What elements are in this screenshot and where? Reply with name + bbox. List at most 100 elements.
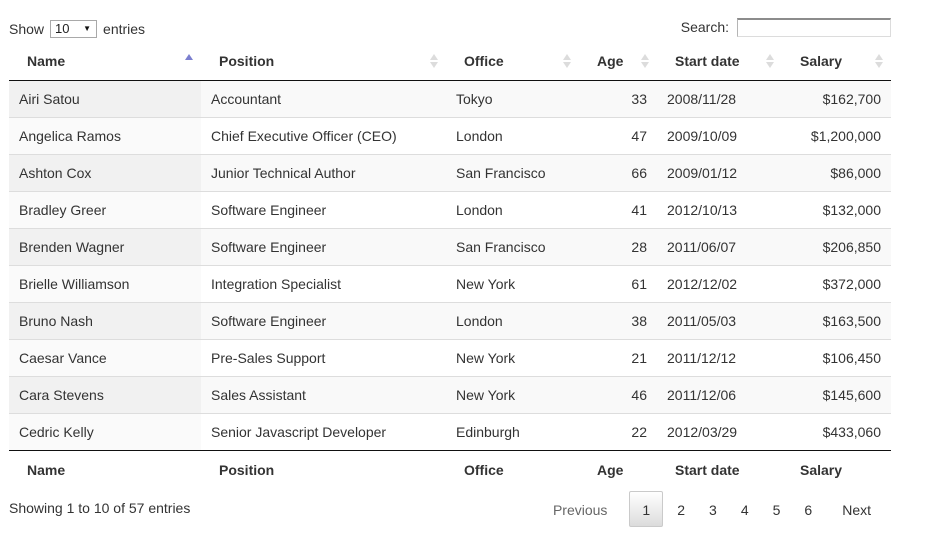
- cell-start-date: 2012/03/29: [657, 412, 782, 450]
- page-button-5[interactable]: 5: [761, 491, 793, 527]
- cell-position: Integration Specialist: [201, 264, 446, 302]
- cell-name: Airi Satou: [9, 80, 201, 117]
- table-row[interactable]: Airi Satou Accountant Tokyo 33 2008/11/28 $16…: [9, 80, 891, 117]
- cell-start-date: 2012/12/02: [657, 264, 782, 302]
- cell-name: Ashton Cox: [9, 153, 201, 191]
- column-label: Office: [464, 53, 504, 70]
- cell-position: Software Engineer: [201, 227, 446, 265]
- entries-label: entries: [103, 21, 146, 37]
- cell-salary: $162,700: [782, 80, 891, 117]
- footer-header-office: Office: [446, 449, 579, 490]
- sort-both-icon: [430, 54, 438, 68]
- column-label: Position: [219, 53, 275, 70]
- table-row[interactable]: Brenden Wagner Software Engineer San Franc…: [9, 227, 891, 265]
- cell-office: Tokyo: [446, 80, 579, 117]
- search-filter: Search:: [681, 17, 891, 37]
- cell-office: London: [446, 190, 579, 228]
- column-header-office[interactable]: Office: [446, 43, 579, 81]
- previous-page-button[interactable]: Previous: [541, 491, 619, 527]
- cell-start-date: 2012/10/13: [657, 190, 782, 228]
- cell-age: 33: [579, 80, 657, 117]
- cell-position: Software Engineer: [201, 301, 446, 339]
- cell-name: Cedric Kelly: [9, 412, 201, 450]
- cell-age: 66: [579, 153, 657, 191]
- cell-start-date: 2011/12/12: [657, 338, 782, 376]
- cell-position: Sales Assistant: [201, 375, 446, 413]
- cell-start-date: 2011/12/06: [657, 375, 782, 413]
- column-header-salary[interactable]: Salary: [782, 43, 891, 81]
- cell-position: Chief Executive Officer (CEO): [201, 116, 446, 154]
- cell-name: Brenden Wagner: [9, 227, 201, 265]
- table-body: Airi Satou Accountant Tokyo 33 2008/11/28 $16…: [9, 80, 891, 450]
- cell-salary: $433,060: [782, 412, 891, 450]
- table-row[interactable]: Ashton Cox Junior Technical Author San Fra…: [9, 153, 891, 191]
- search-label: Search:: [680, 19, 729, 35]
- footer-header-position: Position: [201, 449, 446, 490]
- column-header-start-date[interactable]: Start date: [657, 43, 782, 81]
- cell-name: Cara Stevens: [9, 375, 201, 413]
- table-row[interactable]: Bruno Nash Software Engineer London 38 2011/…: [9, 301, 891, 339]
- cell-salary: $1,200,000: [782, 116, 891, 154]
- entries-per-page-select[interactable]: 10 ▼: [50, 20, 98, 38]
- table-row[interactable]: Cedric Kelly Senior Javascript Developer E…: [9, 412, 891, 450]
- cell-office: New York: [446, 375, 579, 413]
- column-header-position[interactable]: Position: [201, 43, 446, 81]
- cell-name: Bradley Greer: [9, 190, 201, 228]
- sort-both-icon: [641, 54, 649, 68]
- search-input[interactable]: [737, 17, 891, 37]
- header-row: Name Position Office Age Start date Sala…: [9, 43, 891, 81]
- table-row[interactable]: Cara Stevens Sales Assistant New York 46 201…: [9, 375, 891, 413]
- cell-office: London: [446, 116, 579, 154]
- cell-age: 22: [579, 412, 657, 450]
- table-info: Showing 1 to 10 of 57 entries: [9, 500, 191, 516]
- page-button-6[interactable]: 6: [792, 491, 824, 527]
- cell-office: New York: [446, 264, 579, 302]
- table-row[interactable]: Bradley Greer Software Engineer London 41 20…: [9, 190, 891, 228]
- column-label: Salary: [800, 53, 843, 70]
- cell-name: Caesar Vance: [9, 338, 201, 376]
- cell-age: 21: [579, 338, 657, 376]
- table-row[interactable]: Caesar Vance Pre-Sales Support New York 21 2…: [9, 338, 891, 376]
- cell-salary: $145,600: [782, 375, 891, 413]
- page-button-4[interactable]: 4: [729, 491, 761, 527]
- cell-start-date: 2009/01/12: [657, 153, 782, 191]
- cell-age: 61: [579, 264, 657, 302]
- cell-age: 28: [579, 227, 657, 265]
- cell-age: 41: [579, 190, 657, 228]
- cell-salary: $86,000: [782, 153, 891, 191]
- table-row[interactable]: Brielle Williamson Integration Specialist…: [9, 264, 891, 302]
- sort-both-icon: [563, 54, 571, 68]
- footer-header-name: Name: [9, 449, 201, 490]
- table-row[interactable]: Angelica Ramos Chief Executive Officer (C…: [9, 116, 891, 154]
- next-page-button[interactable]: Next: [830, 491, 883, 527]
- cell-start-date: 2009/10/09: [657, 116, 782, 154]
- cell-name: Bruno Nash: [9, 301, 201, 339]
- column-label: Start date: [675, 53, 740, 70]
- show-label: Show: [9, 21, 45, 37]
- column-header-age[interactable]: Age: [579, 43, 657, 81]
- pagination: Previous 1 2 3 4 5 6 Next: [541, 490, 883, 528]
- cell-position: Accountant: [201, 80, 446, 117]
- page-button-3[interactable]: 3: [697, 491, 729, 527]
- sort-both-icon: [766, 54, 774, 68]
- page-button-2[interactable]: 2: [665, 491, 697, 527]
- cell-age: 47: [579, 116, 657, 154]
- cell-position: Junior Technical Author: [201, 153, 446, 191]
- footer-header-age: Age: [579, 449, 657, 490]
- column-label: Name: [27, 53, 66, 70]
- cell-name: Brielle Williamson: [9, 264, 201, 302]
- footer-header-start-date: Start date: [657, 449, 782, 490]
- cell-salary: $132,000: [782, 190, 891, 228]
- column-header-name[interactable]: Name: [9, 43, 201, 81]
- cell-position: Senior Javascript Developer: [201, 412, 446, 450]
- cell-salary: $206,850: [782, 227, 891, 265]
- cell-office: Edinburgh: [446, 412, 579, 450]
- footer-row: Name Position Office Age Start date Sala…: [9, 449, 891, 490]
- cell-start-date: 2011/05/03: [657, 301, 782, 339]
- page-button-1[interactable]: 1: [629, 491, 664, 527]
- dropdown-arrow-icon: ▼: [83, 24, 92, 33]
- cell-start-date: 2008/11/28: [657, 80, 782, 117]
- cell-age: 38: [579, 301, 657, 339]
- cell-office: London: [446, 301, 579, 339]
- entries-length-control: Show 10 ▼ entries: [9, 19, 145, 39]
